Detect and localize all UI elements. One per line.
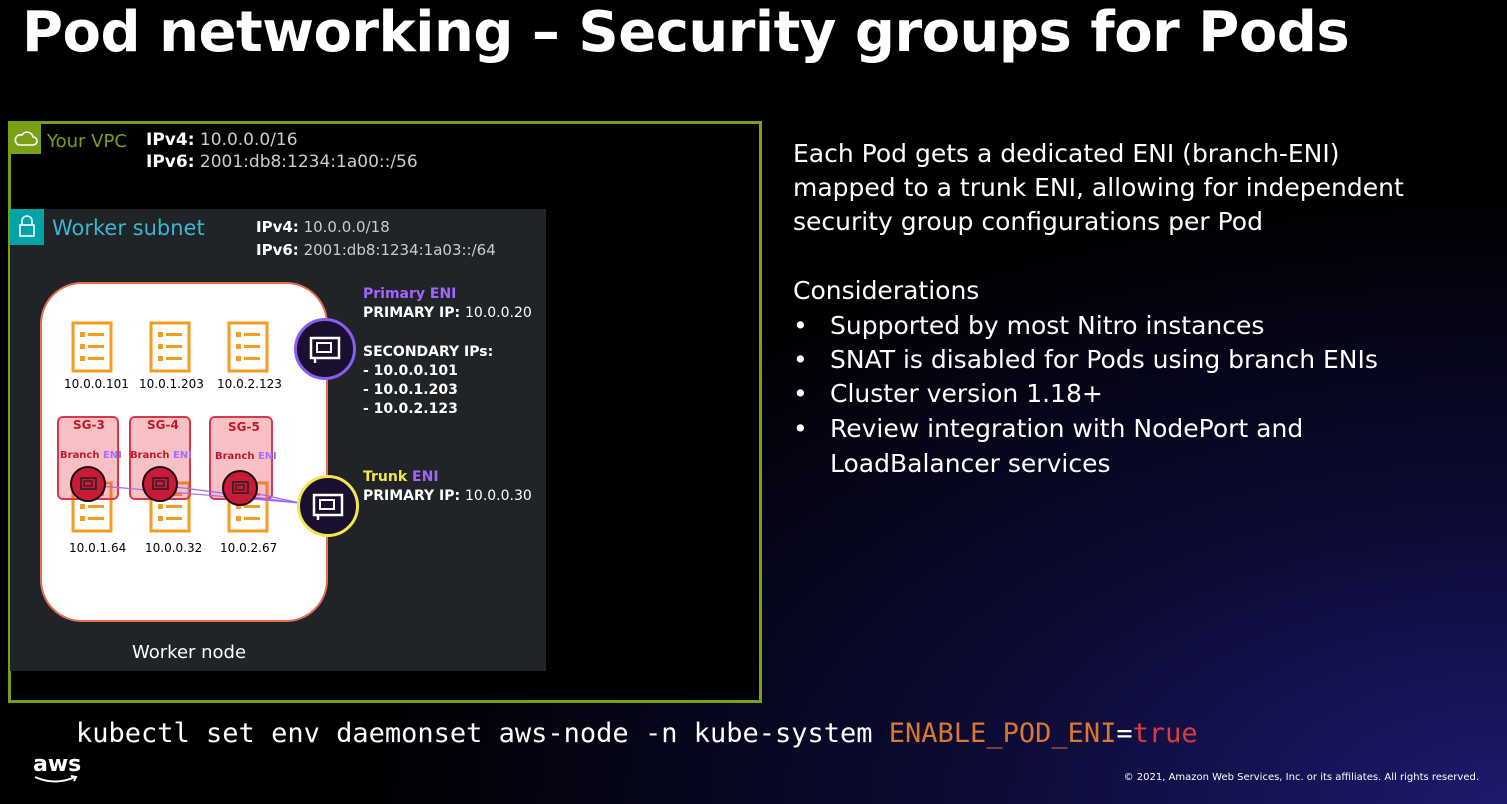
- primary-eni-title: Primary ENI: [363, 286, 457, 302]
- secondary-ips-label: SECONDARY IPs:: [363, 344, 494, 360]
- secondary-ip: - 10.0.1.203: [363, 382, 458, 398]
- primary-eni-icon: [294, 318, 356, 380]
- trunk-eni-icon: [297, 475, 359, 537]
- branch-eni-icon: [222, 470, 258, 506]
- secondary-ip: - 10.0.2.123: [363, 401, 458, 417]
- branch-eni-icon: [70, 466, 106, 502]
- kubectl-command: kubectl set env daemonset aws-node -n ku…: [76, 718, 1198, 749]
- description-line: security group configurations per Pod: [793, 207, 1263, 236]
- description-line: mapped to a trunk ENI, allowing for inde…: [793, 173, 1404, 202]
- trunk-connectors: [87, 484, 301, 504]
- trunk-eni-ip: PRIMARY IP: 10.0.0.30: [363, 488, 532, 504]
- primary-eni-ip: PRIMARY IP: 10.0.0.20: [363, 305, 532, 321]
- trunk-eni-title: Trunk ENI: [363, 469, 439, 485]
- copyright: © 2021, Amazon Web Services, Inc. or its…: [1123, 772, 1479, 783]
- description-line: Each Pod gets a dedicated ENI (branch-EN…: [793, 139, 1340, 168]
- secondary-ip: - 10.0.0.101: [363, 363, 458, 379]
- aws-logo: aws: [33, 752, 81, 783]
- considerations-title: Considerations: [793, 276, 980, 305]
- branch-eni-icon: [142, 466, 178, 502]
